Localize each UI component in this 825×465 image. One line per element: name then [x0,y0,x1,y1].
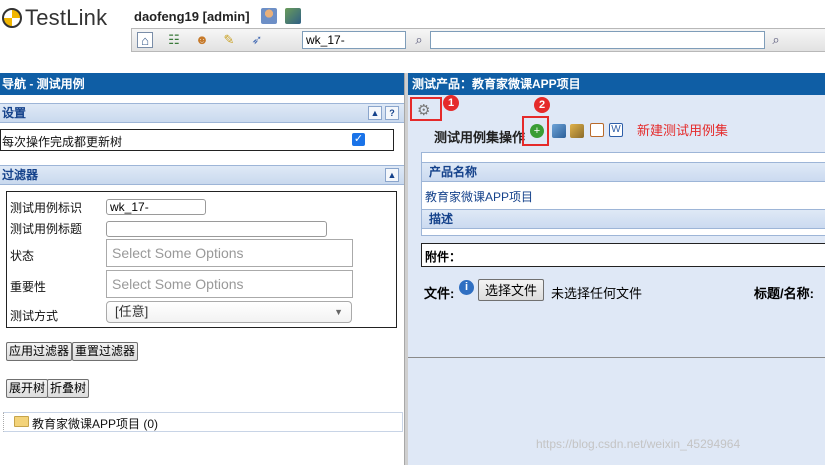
logout-icon[interactable] [284,8,301,24]
suite-ops-label: 测试用例集操作 [434,130,526,145]
settings-title: 设置 [2,106,27,120]
right-pane-title: 测试产品：教育家微课APP项目 [408,73,825,95]
import-icon[interactable] [590,123,604,137]
user-icon[interactable]: ☻ [194,32,210,48]
filter-section-header[interactable]: 过滤器 ▲ [0,165,404,185]
importance-multiselect[interactable]: Select Some Options [106,270,353,298]
filter-title: 过滤器 [2,168,39,182]
logo-text: TestLink [25,5,108,30]
expand-tree-button[interactable]: 展开树 [6,379,49,398]
annotation-text: 新建测试用例集 [637,123,729,138]
testcase-search-input[interactable] [302,31,406,49]
attachments-bar: 附件： [421,243,825,267]
settings-box: 每次操作完成都更新树 ✓ [0,129,394,151]
collapse-up-icon[interactable]: ▲ [368,106,382,120]
chevron-down-icon: ▼ [334,307,343,317]
step-badge-2: 2 [534,97,550,113]
logo-mark-icon [2,8,22,28]
reset-filter-button[interactable]: 重置过滤器 [72,342,139,361]
attachments-label: 附件： [425,250,462,264]
tree-panel: 教育家微课APP项目 (0) [3,412,403,432]
exec-type-label: 测试方式 [10,309,59,323]
watermark-text: https://blog.csdn.net/weixin_45294964 [536,437,741,451]
user-name: daofeng19 [admin] [134,9,250,24]
gear-icon[interactable]: ⚙ [417,103,430,118]
product-info-panel: 产品名称 教育家微课APP项目 描述 [421,152,825,236]
tc-title-input[interactable] [106,221,327,237]
collapse-up-icon-2[interactable]: ▲ [385,168,399,182]
update-tree-label: 每次操作完成都更新树 [2,135,123,149]
update-tree-checkbox[interactable]: ✓ [352,133,365,146]
step-badge-1: 1 [443,95,459,111]
info-icon[interactable]: i [459,280,474,295]
user-info: daofeng19 [admin] [134,8,301,24]
product-name-value: 教育家微课APP项目 [425,190,534,204]
search-icon[interactable]: ⌕ [410,31,428,49]
user-profile-icon[interactable] [261,8,278,24]
move-suite-icon[interactable] [570,124,584,138]
description-header: 描述 [422,209,825,229]
tree-root-node[interactable]: 教育家微课APP项目 (0) [32,415,158,432]
choose-file-button[interactable]: 选择文件 [478,279,545,301]
product-name-header: 产品名称 [422,162,825,182]
search-icon-2[interactable]: ⌕ [767,31,785,49]
rocket-icon[interactable]: ➶ [249,32,265,48]
left-pane-title: 导航 - 测试用例 [0,73,404,95]
testlink-logo[interactable]: TestLink [2,5,108,30]
title-name-label: 标题/名称: [754,286,814,301]
broom-icon[interactable]: ✎ [221,32,237,48]
no-file-text: 未选择任何文件 [551,286,643,301]
export-word-icon[interactable]: W [609,123,623,137]
apply-filter-button[interactable]: 应用过滤器 [6,342,73,361]
settings-section-header[interactable]: 设置 ▲ ? [0,103,404,123]
help-icon[interactable]: ? [385,106,399,120]
left-navigation-pane: 导航 - 测试用例 设置 ▲ ? 每次操作完成都更新树 ✓ 过滤器 ▲ 测试用例… [0,73,404,465]
create-suite-icon[interactable]: + [530,124,544,138]
tc-id-input[interactable]: wk_17- [106,199,206,215]
keyword-search-input[interactable] [430,31,765,49]
exec-type-value: [任意] [115,304,149,319]
status-label: 状态 [10,249,35,263]
folder-icon [14,416,29,427]
collapse-tree-button[interactable]: 折叠树 [47,379,90,398]
tc-id-label: 测试用例标识 [10,201,83,215]
tc-title-label: 测试用例标题 [10,222,83,236]
sitemap-icon[interactable]: ☷ [166,32,182,48]
filter-box: 测试用例标识 wk_17- 测试用例标题 状态 Select Some Opti… [6,191,397,328]
status-multiselect[interactable]: Select Some Options [106,239,353,267]
importance-label: 重要性 [10,280,47,294]
copy-suite-icon[interactable] [552,124,566,138]
file-label: 文件: [424,286,455,301]
home-icon[interactable]: ⌂ [137,32,153,48]
exec-type-select[interactable]: [任意] ▼ [106,301,352,323]
